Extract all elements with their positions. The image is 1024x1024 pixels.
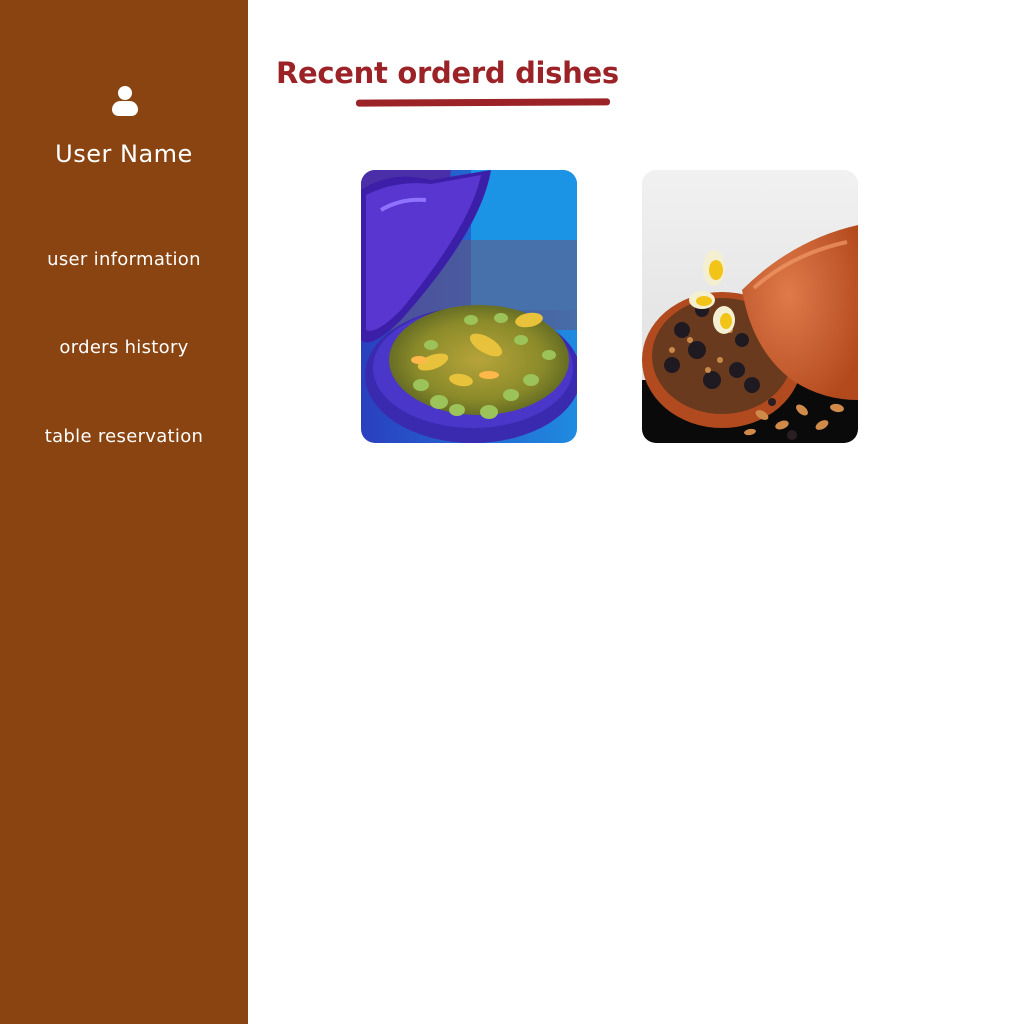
dish-image-prune-tagine — [642, 170, 858, 443]
dish-card[interactable] — [642, 170, 858, 443]
page-title: Recent orderd dishes — [276, 56, 619, 90]
sidebar: User Name user information orders histor… — [0, 0, 248, 1024]
user-icon — [112, 86, 138, 118]
dish-card[interactable] — [361, 170, 577, 443]
sidebar-item-user-information[interactable]: user information — [0, 249, 248, 270]
sidebar-item-table-reservation[interactable]: table reservation — [0, 426, 248, 447]
dish-image-olive-tagine — [361, 170, 577, 443]
title-underline — [355, 98, 611, 107]
sidebar-item-orders-history[interactable]: orders history — [0, 337, 248, 358]
user-name: User Name — [55, 140, 193, 168]
